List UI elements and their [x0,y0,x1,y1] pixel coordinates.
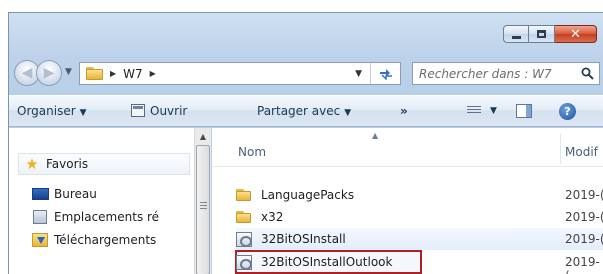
open-icon [131,104,145,117]
file-date: 2019-( [565,232,603,246]
scrollbar-thumb[interactable] [196,145,210,274]
column-header-modified[interactable]: Modif [565,145,598,159]
window-caption-buttons: ✕ [503,25,597,43]
minimize-icon [511,35,521,39]
dropdown-arrow-icon: ▼ [344,108,352,118]
address-dropdown-icon[interactable]: ▼ [355,69,362,79]
breadcrumb-chevron-icon[interactable]: ▶ [150,69,156,78]
folder-icon [236,211,251,223]
open-button[interactable]: Ouvrir [131,104,187,118]
preview-pane-icon[interactable] [516,104,532,118]
address-row: ◀ ▶ ▼ ▶ W7 ▶ ▼ Rechercher dans : W7 [9,59,603,87]
organise-label: Organiser [17,104,76,118]
favorites-label: Favoris [46,157,89,171]
file-list: ▲ Nom Modif LanguagePacks 2019-( x32 201… [212,128,603,274]
dropdown-arrow-icon: ▼ [79,108,87,118]
downloads-icon [32,233,48,247]
file-row[interactable]: x32 2019-( [236,206,603,228]
application-icon [236,231,252,247]
file-date: 2019-( [565,188,603,202]
change-view-icon[interactable] [467,106,481,117]
file-name: x32 [261,210,284,224]
maximize-icon [537,30,546,38]
explorer-window: ✕ ◀ ▶ ▼ ▶ W7 ▶ ▼ Rechercher dans : W7 Or… [8,12,603,274]
recent-places-icon [33,210,47,224]
file-date: 2019-( [565,255,600,274]
command-bar: Organiser ▼ Ouvrir Partager avec ▼ » ▼ ? [9,95,603,127]
breadcrumb-chevron-icon[interactable]: ▶ [110,69,116,78]
refresh-icon [379,68,392,80]
nav-item-label: Bureau [54,187,97,201]
sort-ascending-icon: ▲ [372,131,379,140]
star-icon: ★ [25,155,39,173]
forward-button[interactable]: ▶ [36,60,62,86]
scroll-up-icon[interactable]: ▲ [195,128,211,145]
share-menu-button[interactable]: Partager avec ▼ [257,104,351,118]
nav-item-recent-places[interactable]: Emplacements ré [31,206,191,228]
close-button[interactable]: ✕ [555,25,597,43]
view-dropdown-icon[interactable]: ▼ [490,106,497,116]
share-label: Partager avec [257,104,341,118]
desktop-icon [31,188,49,200]
search-input[interactable]: Rechercher dans : W7 [413,67,575,81]
nav-item-label: Emplacements ré [54,210,160,224]
back-arrow-icon: ◀ [21,65,33,81]
application-icon [236,254,252,270]
search-icon[interactable] [575,67,599,80]
organise-menu-button[interactable]: Organiser ▼ [17,104,87,118]
recent-pages-dropdown[interactable]: ▼ [65,67,72,77]
nav-item-favorites[interactable]: ★ Favoris [18,153,190,175]
close-icon: ✕ [570,26,581,42]
forward-arrow-icon: ▶ [43,65,55,81]
help-icon[interactable]: ? [559,103,576,120]
file-name: 32BitOSInstallOutlook [261,255,393,269]
file-row-highlighted[interactable]: 32BitOSInstallOutlook [235,250,422,274]
nav-pane-scrollbar[interactable]: ▲ [194,128,211,274]
address-bar[interactable]: ▶ W7 ▶ ▼ [79,62,401,85]
folder-icon [236,189,251,201]
search-box[interactable]: Rechercher dans : W7 [412,62,600,85]
file-name: LanguagePacks [261,188,355,202]
more-commands-button[interactable]: » [400,104,408,118]
refresh-button[interactable] [370,63,400,84]
column-header-name[interactable]: Nom [238,145,266,159]
file-row[interactable]: LanguagePacks 2019-( [236,184,603,206]
file-row[interactable]: 32BitOSInstall 2019-( [236,228,603,250]
column-divider[interactable] [560,134,561,164]
file-date: 2019-( [565,210,603,224]
maximize-button[interactable] [529,25,555,43]
column-header-row: ▲ Nom Modif [212,128,603,167]
open-label: Ouvrir [150,104,188,118]
breadcrumb-item-w7[interactable]: W7 [123,67,143,81]
minimize-button[interactable] [503,25,529,43]
nav-item-downloads[interactable]: Téléchargements [31,229,191,251]
grip-icon [200,202,207,211]
nav-item-bureau[interactable]: Bureau [31,183,191,205]
navigation-pane: ★ Favoris Bureau Emplacements ré Télécha… [9,128,211,274]
file-name: 32BitOSInstall [261,232,346,246]
nav-item-label: Téléchargements [54,233,157,247]
folder-icon [86,67,103,80]
